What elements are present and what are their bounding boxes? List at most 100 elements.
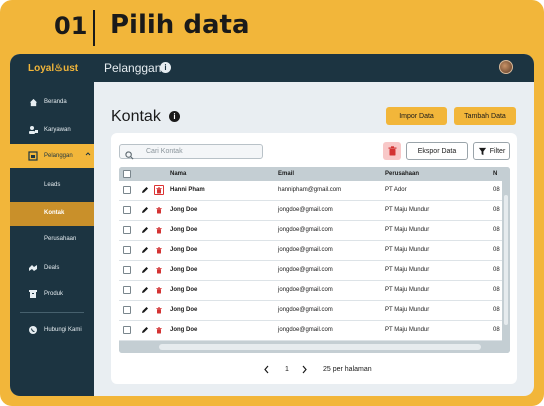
cell-company: PT Maju Mundur bbox=[385, 307, 430, 313]
sidebar-subitem-kontak[interactable]: Kontak bbox=[10, 202, 94, 226]
edit-icon[interactable] bbox=[141, 306, 149, 314]
product-icon bbox=[28, 289, 38, 299]
next-page-button[interactable] bbox=[301, 365, 308, 376]
cell-email: jongdoe@gmail.com bbox=[278, 287, 333, 293]
row-checkbox[interactable] bbox=[123, 186, 131, 194]
cell-phone: 08 bbox=[493, 307, 500, 313]
cell-name: Jong Doe bbox=[170, 287, 198, 293]
cell-company: PT Maju Mundur bbox=[385, 207, 430, 213]
cell-name: Jong Doe bbox=[170, 207, 198, 213]
add-data-button[interactable]: Tambah Data bbox=[454, 107, 516, 125]
cell-name: Jong Doe bbox=[170, 327, 198, 333]
cell-company: PT Ador bbox=[385, 187, 407, 193]
cell-email: jongdoe@gmail.com bbox=[278, 247, 333, 253]
step-divider bbox=[93, 10, 95, 46]
cell-company: PT Maju Mundur bbox=[385, 327, 430, 333]
home-icon bbox=[28, 97, 38, 107]
filter-button[interactable]: Filter bbox=[473, 142, 510, 160]
table-row[interactable]: Jong Doe jongdoe@gmail.com PT Maju Mundur 0… bbox=[119, 261, 502, 281]
cell-company: PT Maju Mundur bbox=[385, 267, 430, 273]
trash-icon[interactable] bbox=[154, 225, 164, 235]
table-row[interactable]: Jong Doe jongdoe@gmail.com PT Maju Mundur 0… bbox=[119, 281, 502, 301]
export-data-button[interactable]: Ekspor Data bbox=[406, 142, 468, 160]
cell-name: Jong Doe bbox=[170, 247, 198, 253]
chevron-left-icon bbox=[264, 365, 269, 374]
row-checkbox[interactable] bbox=[123, 286, 131, 294]
sidebar-item-beranda[interactable]: Beranda bbox=[10, 90, 94, 114]
search-input[interactable]: Cari Kontak bbox=[119, 144, 263, 160]
info-icon[interactable]: i bbox=[169, 111, 180, 122]
column-header-company[interactable]: Perusahaan bbox=[385, 171, 419, 177]
import-data-button[interactable]: Impor Data bbox=[386, 107, 447, 125]
select-all-checkbox[interactable] bbox=[123, 170, 131, 178]
trash-icon[interactable] bbox=[154, 305, 164, 315]
sidebar-subitem-label: Perusahaan bbox=[44, 236, 77, 242]
edit-icon[interactable] bbox=[141, 266, 149, 274]
table-row[interactable]: Hanni Pham hannipham@gmail.com PT Ador 08 bbox=[119, 181, 502, 201]
sidebar-subitem-perusahaan[interactable]: Perusahaan bbox=[10, 228, 94, 252]
cell-company: PT Maju Mundur bbox=[385, 227, 430, 233]
sidebar-item-produk[interactable]: Produk bbox=[10, 282, 94, 306]
row-checkbox[interactable] bbox=[123, 326, 131, 334]
sidebar-item-label: Deals bbox=[44, 265, 60, 271]
bulk-delete-button[interactable] bbox=[383, 142, 401, 160]
edit-icon[interactable] bbox=[141, 326, 149, 334]
column-header-name[interactable]: Nama bbox=[170, 171, 186, 177]
chevron-up-icon bbox=[85, 151, 91, 159]
deals-icon bbox=[28, 263, 38, 273]
table-row[interactable]: Jong Doe jongdoe@gmail.com PT Maju Mundur 0… bbox=[119, 301, 502, 321]
cell-name: Jong Doe bbox=[170, 307, 198, 313]
edit-icon[interactable] bbox=[141, 246, 149, 254]
trash-icon[interactable] bbox=[154, 185, 164, 195]
column-header-email[interactable]: Email bbox=[278, 171, 294, 177]
row-checkbox[interactable] bbox=[123, 206, 131, 214]
cell-phone: 08 bbox=[493, 227, 500, 233]
avatar[interactable] bbox=[499, 60, 513, 74]
edit-icon[interactable] bbox=[141, 206, 149, 214]
cell-phone: 08 bbox=[493, 267, 500, 273]
cell-company: PT Maju Mundur bbox=[385, 287, 430, 293]
trash-icon[interactable] bbox=[154, 245, 164, 255]
trash-icon[interactable] bbox=[154, 285, 164, 295]
table-row[interactable]: Jong Doe jongdoe@gmail.com PT Maju Mundur 0… bbox=[119, 201, 502, 221]
sidebar-subitem-label: Kontak bbox=[44, 210, 65, 216]
cell-email: jongdoe@gmail.com bbox=[278, 307, 333, 313]
row-checkbox[interactable] bbox=[123, 266, 131, 274]
horizontal-scroll-thumb[interactable] bbox=[159, 344, 481, 350]
vertical-scroll-thumb[interactable] bbox=[504, 195, 508, 325]
row-checkbox[interactable] bbox=[123, 246, 131, 254]
edit-icon[interactable] bbox=[141, 286, 149, 294]
sidebar-item-karyawan[interactable]: Karyawan bbox=[10, 118, 94, 142]
table-header: Nama Email Perusahaan N bbox=[119, 167, 510, 181]
sidebar-item-hubungi-kami[interactable]: Hubungi Kami bbox=[10, 318, 94, 342]
trash-icon[interactable] bbox=[154, 265, 164, 275]
per-page-select[interactable]: 25 per halaman bbox=[323, 366, 372, 373]
edit-icon[interactable] bbox=[141, 186, 149, 194]
contacts-table: Nama Email Perusahaan N Hanni Pham hannip… bbox=[119, 167, 510, 353]
trash-icon[interactable] bbox=[154, 205, 164, 215]
info-icon[interactable]: i bbox=[160, 62, 171, 73]
sidebar-item-deals[interactable]: Deals bbox=[10, 256, 94, 280]
cell-phone: 08 bbox=[493, 287, 500, 293]
cell-phone: 08 bbox=[493, 207, 500, 213]
filter-label: Filter bbox=[489, 147, 506, 155]
page-number[interactable]: 1 bbox=[285, 366, 289, 373]
cell-phone: 08 bbox=[493, 187, 500, 193]
employee-icon bbox=[28, 125, 38, 135]
prev-page-button[interactable] bbox=[263, 365, 270, 376]
column-header-phone[interactable]: N bbox=[493, 171, 497, 177]
table-row[interactable]: Jong Doe jongdoe@gmail.com PT Maju Mundur 0… bbox=[119, 321, 502, 341]
cell-email: jongdoe@gmail.com bbox=[278, 207, 333, 213]
sidebar-item-pelanggan[interactable]: Pelanggan bbox=[10, 144, 94, 168]
customer-icon bbox=[28, 151, 38, 161]
sidebar-item-label: Hubungi Kami bbox=[44, 327, 82, 333]
cell-name: Jong Doe bbox=[170, 227, 198, 233]
section-title: Kontak bbox=[111, 108, 161, 125]
sidebar-subitem-leads[interactable]: Leads bbox=[10, 174, 94, 198]
row-checkbox[interactable] bbox=[123, 226, 131, 234]
row-checkbox[interactable] bbox=[123, 306, 131, 314]
trash-icon[interactable] bbox=[154, 325, 164, 335]
edit-icon[interactable] bbox=[141, 226, 149, 234]
table-row[interactable]: Jong Doe jongdoe@gmail.com PT Maju Mundur 0… bbox=[119, 241, 502, 261]
table-row[interactable]: Jong Doe jongdoe@gmail.com PT Maju Mundur 0… bbox=[119, 221, 502, 241]
